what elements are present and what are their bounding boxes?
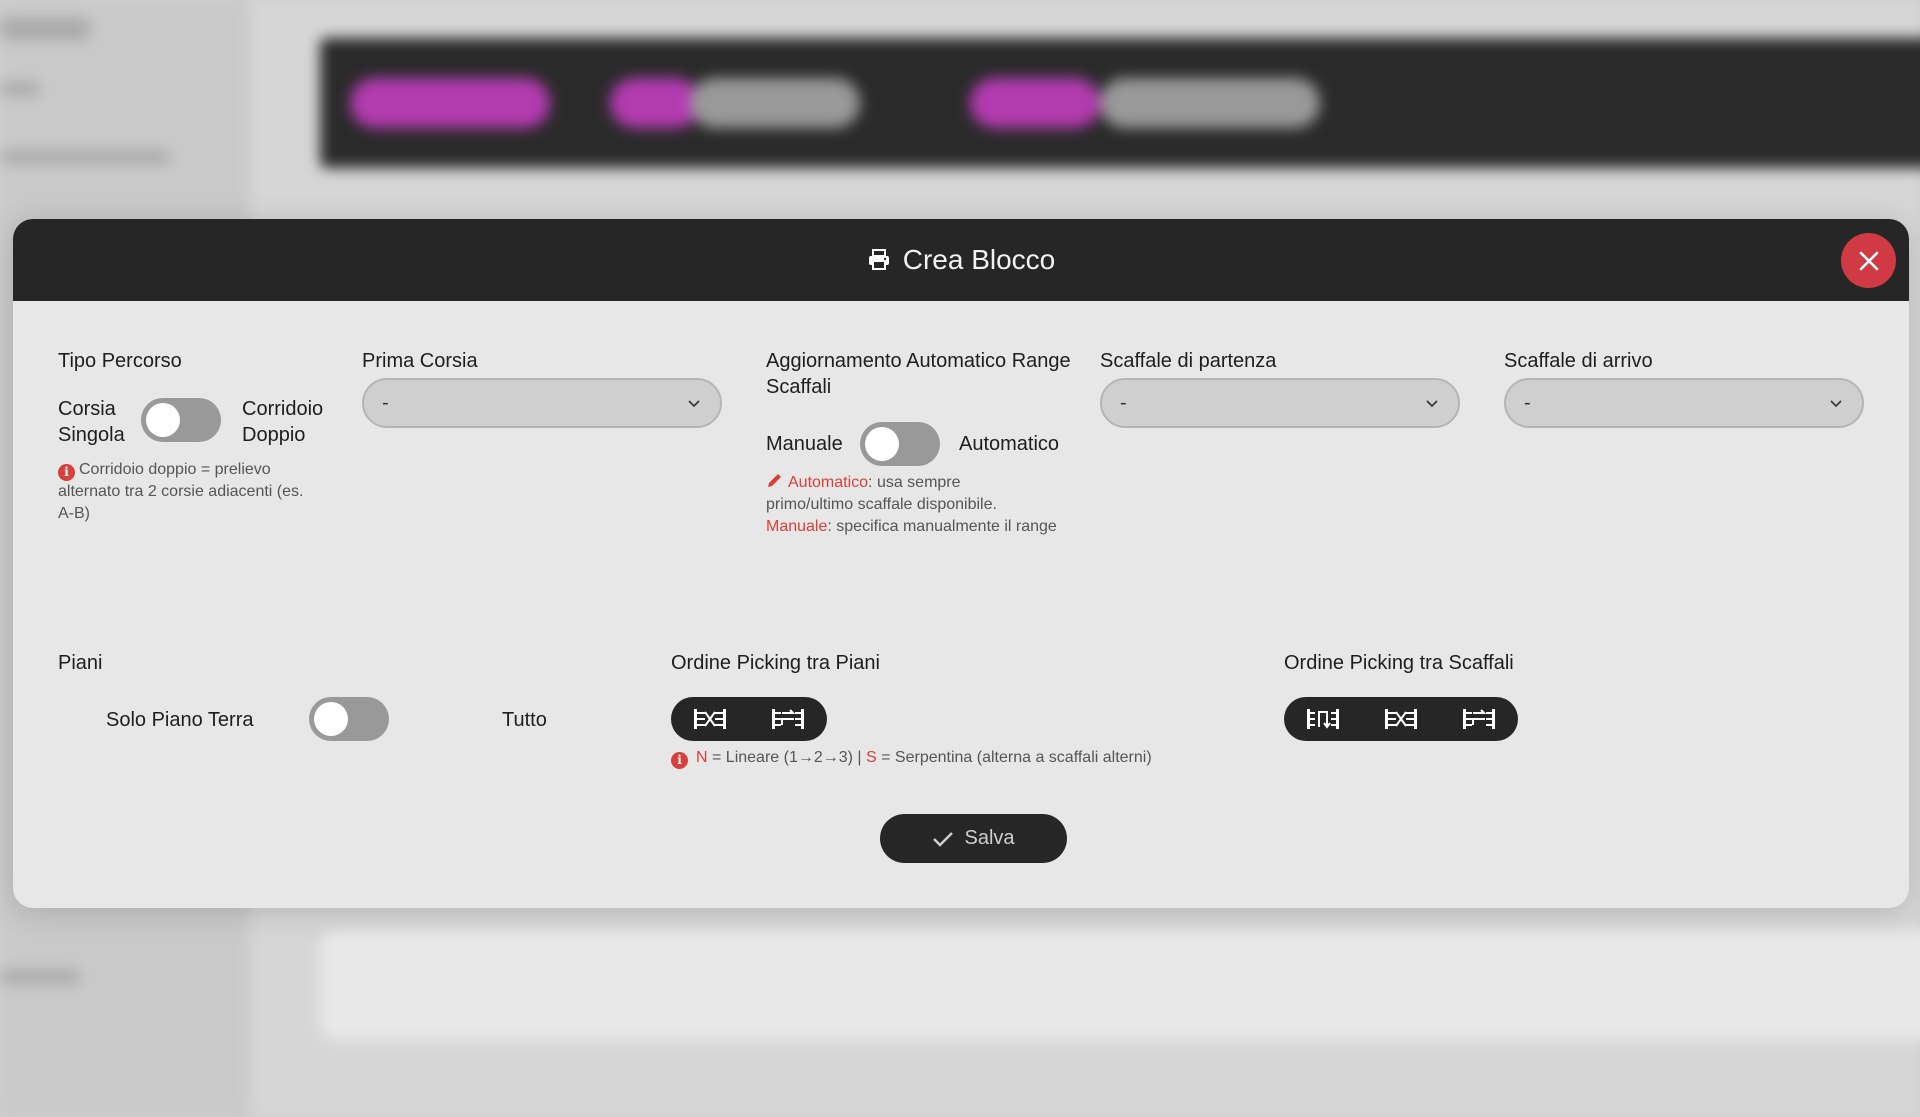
ordine-scaffali-group	[1284, 697, 1518, 741]
prima-corsia-value: -	[382, 392, 389, 414]
modal-title: Crea Blocco	[902, 244, 1056, 275]
ordine-scaffali-label: Ordine Picking tra Scaffali	[1284, 652, 1514, 674]
pencil-icon	[768, 474, 781, 487]
tipo-percorso-note: i Corridoio doppio = prelievo alternato t…	[58, 461, 304, 522]
vertical-order-icon	[1307, 709, 1339, 729]
close-icon	[1859, 251, 1878, 270]
background-toolbar	[320, 38, 1920, 168]
info-icon: i	[671, 752, 688, 769]
piani-toggle[interactable]	[309, 697, 389, 741]
scaffale-partenza-value: -	[1120, 392, 1127, 414]
toggle-knob	[314, 702, 348, 736]
info-icon: i	[58, 464, 75, 481]
serpentine-order-button[interactable]	[749, 697, 827, 741]
chevron-down-icon	[1426, 400, 1438, 408]
save-button-label: Salva	[964, 827, 1015, 849]
tipo-percorso-label: Tipo Percorso	[58, 350, 182, 372]
prima-corsia-select[interactable]: -	[362, 378, 722, 428]
chevron-down-icon	[688, 400, 700, 408]
crea-blocco-modal: Crea Blocco Tipo Percorso Corsia Singola…	[13, 219, 1909, 908]
ordine-piani-legend: iN = Lineare (1→2→3) | S = Serpentina (a…	[671, 747, 1231, 769]
linear-order-button[interactable]	[1362, 697, 1440, 741]
scaffale-arrivo-label: Scaffale di arrivo	[1504, 350, 1653, 372]
scaffale-partenza-label: Scaffale di partenza	[1100, 350, 1277, 372]
linear-order-button[interactable]	[671, 697, 749, 741]
close-button[interactable]	[1841, 233, 1896, 288]
vertical-order-button[interactable]	[1284, 697, 1362, 741]
manuale-label: Manuale	[766, 433, 843, 455]
ordine-piani-group	[671, 697, 827, 741]
chevron-down-icon	[1830, 400, 1842, 408]
automatico-label: Automatico	[959, 433, 1060, 455]
modal-header: Crea Blocco	[13, 219, 1909, 301]
aggiornamento-toggle[interactable]	[860, 422, 940, 466]
background-card	[320, 930, 1920, 1040]
serpentine-order-icon	[1463, 709, 1495, 729]
scaffale-arrivo-select[interactable]: -	[1504, 378, 1864, 428]
aggiornamento-label: Aggiornamento Automatico Range Scaffali	[766, 350, 1071, 398]
save-button[interactable]: Salva	[880, 814, 1067, 863]
toggle-knob	[865, 427, 899, 461]
printer-icon	[867, 248, 891, 272]
piani-label: Piani	[58, 652, 103, 674]
serpentine-order-icon	[772, 709, 804, 729]
prima-corsia-label: Prima Corsia	[362, 350, 478, 372]
corsia-singola-label: Corsia Singola	[58, 398, 125, 446]
scaffale-arrivo-value: -	[1524, 392, 1531, 414]
corridoio-doppio-label: Corridoio Doppio	[242, 398, 324, 446]
linear-order-icon	[694, 709, 726, 729]
scaffale-partenza-select[interactable]: -	[1100, 378, 1460, 428]
tipo-percorso-toggle[interactable]	[141, 398, 221, 442]
toggle-knob	[146, 403, 180, 437]
serpentine-order-button[interactable]	[1440, 697, 1518, 741]
tutto-label: Tutto	[502, 709, 547, 731]
aggiornamento-note: Automatico: usa sempre primo/ultimo scaf…	[766, 471, 1086, 538]
solo-piano-terra-label: Solo Piano Terra	[106, 709, 254, 731]
linear-order-icon	[1385, 709, 1417, 729]
check-icon	[933, 831, 954, 847]
ordine-piani-label: Ordine Picking tra Piani	[671, 652, 880, 674]
